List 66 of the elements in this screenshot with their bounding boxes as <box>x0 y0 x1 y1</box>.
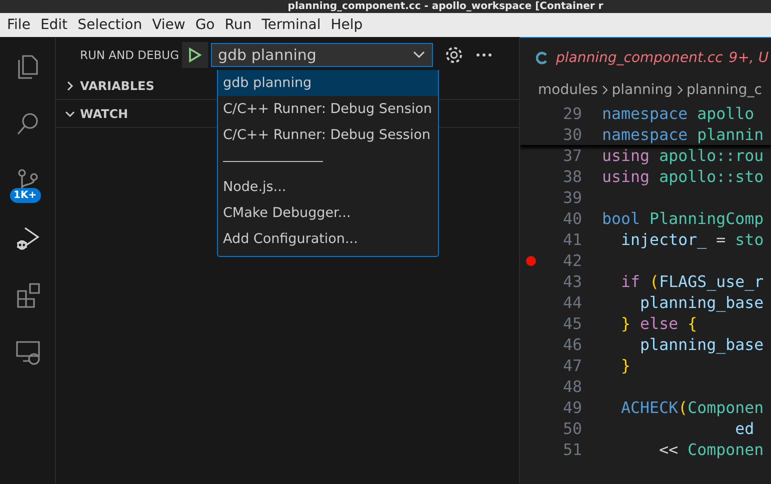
line-number: 47 <box>562 356 582 375</box>
line-number: 49 <box>562 398 582 417</box>
menu-item[interactable]: Help <box>326 17 368 33</box>
line-number: 51 <box>562 440 582 459</box>
breadcrumb[interactable]: modules <box>538 82 598 98</box>
line-number: 38 <box>562 167 582 186</box>
tab-filename: planning_component.cc <box>556 50 723 66</box>
start-debugging-button[interactable] <box>182 42 208 68</box>
code-line: if (FLAGS_use_r <box>620 272 764 291</box>
line-number: 42 <box>562 251 582 270</box>
line-number: 37 <box>562 146 582 165</box>
line-number: 43 <box>562 272 582 291</box>
chevron-right-icon <box>600 85 609 95</box>
chevron-down-icon <box>412 50 426 60</box>
configuration-select[interactable]: gdb planning <box>211 42 433 66</box>
breadcrumb[interactable]: planning_c <box>686 82 762 98</box>
dropdown-option[interactable]: Node.js... <box>218 174 438 200</box>
line-number: 50 <box>562 419 582 438</box>
dropdown-option[interactable]: CMake Debugger... <box>218 200 438 226</box>
menu-item[interactable]: Go <box>190 17 220 33</box>
tab-status: 9+, U <box>728 50 769 66</box>
breadcrumb[interactable]: planning <box>612 82 673 98</box>
menu-item[interactable]: File <box>2 17 36 33</box>
more-icon[interactable] <box>475 52 493 58</box>
code-line: planning_base <box>639 335 764 354</box>
code-line: << Componen <box>658 440 764 459</box>
code-line: namespace apollo <box>602 104 754 123</box>
code-line: injector_ = sto <box>620 230 764 249</box>
chevron-right-icon <box>676 85 684 95</box>
menu-item[interactable]: View <box>147 17 190 33</box>
breakpoint-dot[interactable] <box>526 256 536 266</box>
count-badge: 1K+ <box>10 188 41 203</box>
code-line: using apollo::sto <box>602 167 764 186</box>
dropdown-option[interactable]: Add Configuration... <box>218 226 438 252</box>
settings-icon[interactable] <box>444 44 464 64</box>
line-number: 30 <box>562 125 582 144</box>
line-number: 48 <box>562 377 582 396</box>
menu-item[interactable]: Edit <box>35 17 73 33</box>
code-line: } <box>620 356 631 375</box>
line-number: 46 <box>562 335 582 354</box>
activity-bar-item[interactable]: 1K+ <box>10 159 46 203</box>
line-number: 40 <box>562 209 582 228</box>
dropdown-option[interactable]: C/C++ Runner: Debug Session <box>218 122 438 148</box>
code-line: ACHECK(Componen <box>620 398 764 417</box>
cpp-file-icon <box>536 50 550 64</box>
code-line: using apollo::rou <box>602 146 764 165</box>
dropdown-option[interactable]: gdb planning <box>218 70 438 96</box>
menu-item[interactable]: Run <box>220 17 257 33</box>
code-line: planning_base <box>639 293 764 312</box>
window-title: planning_component.cc - apollo_workspace [Container r <box>288 0 604 12</box>
play-icon <box>188 46 202 62</box>
menu-item[interactable]: Selection <box>72 17 148 33</box>
code-line: namespace plannin <box>602 125 764 144</box>
code-line: bool PlanningComp <box>602 209 764 228</box>
code-line: } else { <box>620 314 698 333</box>
line-number: 29 <box>562 104 582 123</box>
dropdown-option[interactable]: C/C++ Runner: Debug Sension <box>218 96 438 122</box>
editor-tab[interactable]: planning_component.cc 9+, U <box>520 37 771 77</box>
sidebar-title: RUN AND DEBUG <box>80 48 179 62</box>
line-number: 45 <box>562 314 582 333</box>
line-number: 39 <box>562 188 582 207</box>
line-number: 41 <box>562 230 582 249</box>
line-number: 44 <box>562 293 582 312</box>
remote-monitor-icon <box>14 338 42 366</box>
menu-item[interactable]: Terminal <box>256 17 326 33</box>
code-line: ed <box>734 419 754 438</box>
